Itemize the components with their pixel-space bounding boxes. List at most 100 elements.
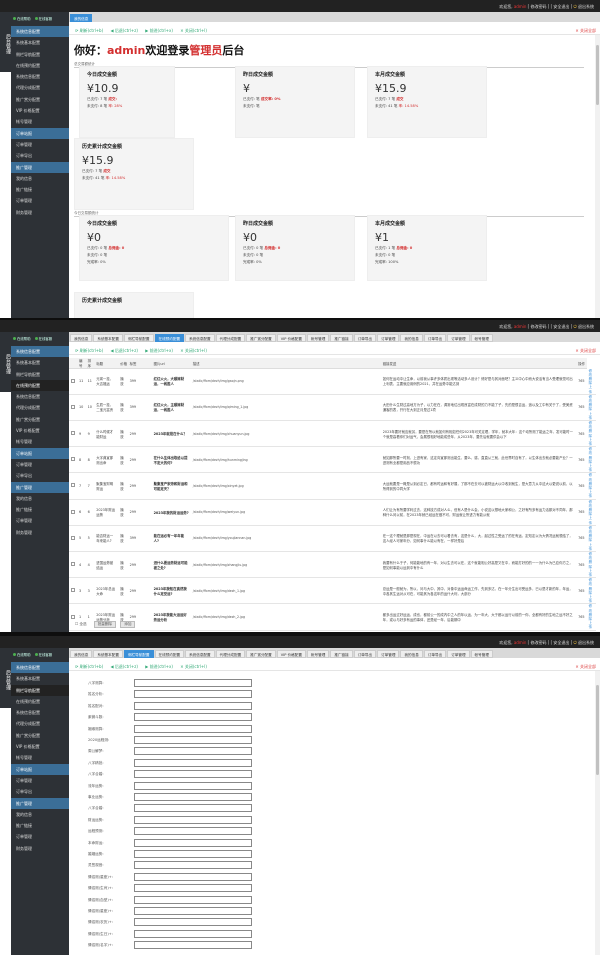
op-delete-link[interactable]: 删除: [589, 560, 594, 568]
sidebar-item[interactable]: 系统基本配置: [11, 357, 69, 368]
row-checkbox[interactable]: [71, 535, 75, 540]
sidebar-item[interactable]: 订单站报: [11, 763, 69, 775]
logout-icon[interactable]: ⏻: [574, 640, 577, 645]
forward-button[interactable]: ▶ 前进(ctrl+x): [145, 28, 173, 34]
price-input[interactable]: [134, 918, 252, 927]
sidebar-item[interactable]: 订单站报: [11, 127, 69, 139]
row-checkbox[interactable]: [71, 588, 75, 593]
sidebar-item[interactable]: 系统信息配置: [11, 71, 69, 82]
select-all-checkbox[interactable]: ☐ 全选: [72, 622, 90, 627]
price-input[interactable]: [134, 713, 252, 722]
op-delete-link[interactable]: 删除: [589, 482, 594, 490]
price-input[interactable]: [134, 679, 252, 687]
op-upload-link[interactable]: 上传: [589, 464, 594, 472]
op-upload-link[interactable]: 上传: [589, 385, 594, 393]
sidebar-item[interactable]: 在线预约配置: [11, 60, 69, 71]
refresh-button[interactable]: ⟳ 刷新(ctrl+b): [75, 28, 103, 34]
account-links[interactable]: [ 修改密码 ] [ 安全退出 ]: [528, 640, 573, 645]
price-input[interactable]: [134, 770, 252, 779]
op-upload-link[interactable]: 上传: [589, 595, 594, 603]
price-input[interactable]: [134, 747, 252, 756]
price-input[interactable]: [134, 781, 252, 790]
sidebar-item[interactable]: 推广管理: [11, 481, 69, 493]
sidebar-item[interactable]: 代理分成配置: [11, 402, 69, 413]
sidebar-item[interactable]: 订单导出: [11, 470, 69, 481]
row-checkbox[interactable]: [71, 431, 75, 436]
back-button[interactable]: ◀ 后退(ctrl+z): [110, 28, 137, 34]
logout-link[interactable]: 退出系统: [578, 4, 594, 9]
scrollbar[interactable]: [595, 671, 600, 955]
sidebar-item[interactable]: 推广链接: [11, 504, 69, 515]
price-input[interactable]: [134, 850, 252, 858]
op-delete-link[interactable]: 删除: [589, 456, 594, 464]
op-edit-link[interactable]: 修改: [589, 500, 594, 508]
sidebar-item[interactable]: 订单管理: [11, 515, 69, 526]
price-input[interactable]: [134, 690, 252, 699]
help-link[interactable]: 在线帮助: [13, 652, 31, 657]
refresh-button[interactable]: ⟳ 刷新(ctrl+b): [75, 348, 103, 354]
close-button[interactable]: ✕ 关闭(ctrl+l): [180, 28, 207, 34]
price-input[interactable]: [134, 724, 252, 733]
tab-item[interactable]: VIP 价格配置: [276, 650, 306, 658]
op-delete-link[interactable]: 删除: [589, 403, 594, 411]
tab-item[interactable]: 订单管理: [377, 650, 400, 658]
op-edit-link[interactable]: 修改: [589, 395, 594, 403]
sidebar-item[interactable]: 推广赏分配置: [11, 414, 69, 425]
sidebar-item[interactable]: 推广链接: [11, 820, 69, 831]
logout-link[interactable]: 退出系统: [578, 640, 594, 645]
sidebar-item[interactable]: 订单管理: [11, 831, 69, 842]
refresh-button[interactable]: ⟳ 刷新(ctrl+b): [75, 664, 103, 670]
add-button[interactable]: 添加: [120, 621, 136, 628]
help-link[interactable]: 在线帮助: [13, 16, 31, 21]
tab-item[interactable]: 推广链接: [330, 650, 353, 658]
sidebar-item[interactable]: 财务管理: [11, 207, 69, 218]
tab-item[interactable]: 推广赏分配置: [246, 650, 276, 658]
sidebar-item[interactable]: 我的信息: [11, 173, 69, 184]
tab-item[interactable]: 系统信息配置: [185, 650, 215, 658]
price-input[interactable]: [134, 793, 252, 801]
account-links[interactable]: [ 修改密码 ] [ 安全退出 ]: [528, 4, 573, 9]
sidebar-item[interactable]: 系统基本配置: [11, 37, 69, 48]
op-edit-link[interactable]: 修改: [589, 578, 594, 586]
sidebar-item[interactable]: 在线预约配置: [11, 379, 69, 392]
tab-item[interactable]: 我的信息: [400, 650, 423, 658]
sidebar-item[interactable]: 系统信息配置: [11, 346, 69, 358]
sidebar-item[interactable]: 订单导出: [11, 150, 69, 161]
tab-item[interactable]: 订单导出: [423, 650, 447, 658]
price-input[interactable]: [134, 701, 252, 710]
price-input[interactable]: [134, 758, 252, 767]
op-upload-link[interactable]: 上传: [589, 412, 594, 420]
price-input[interactable]: [134, 827, 252, 836]
price-input[interactable]: [134, 804, 252, 813]
tab-item[interactable]: 侧栏导航配置: [123, 334, 154, 342]
sidebar-item[interactable]: 系统信息配置: [11, 662, 69, 674]
tab-item[interactable]: 帐号管理: [470, 650, 493, 658]
sidebar-item[interactable]: 推广管理: [11, 797, 69, 809]
logout-icon[interactable]: ⏻: [574, 324, 577, 329]
sidebar-item[interactable]: 系统信息配置: [11, 391, 69, 402]
sidebar-item[interactable]: 订单管理: [11, 139, 69, 150]
sidebar-item[interactable]: VIP 价格配置: [11, 741, 69, 752]
op-edit-link[interactable]: 修改: [589, 473, 594, 481]
price-input[interactable]: [134, 929, 252, 938]
back-button[interactable]: ◀ 后退(ctrl+z): [110, 348, 137, 354]
tab-item[interactable]: 推广赏分配置: [246, 334, 276, 342]
sidebar-item[interactable]: 推广链接: [11, 184, 69, 195]
tab-item[interactable]: 订单管理: [447, 334, 470, 342]
sidebar-item[interactable]: 侧栏导航配置: [11, 49, 69, 60]
tab-item[interactable]: 我的信息: [400, 334, 423, 342]
price-input[interactable]: [134, 736, 252, 744]
sidebar-item[interactable]: 系统基本配置: [11, 673, 69, 684]
forward-button[interactable]: ▶ 前进(ctrl+x): [145, 664, 173, 670]
price-input[interactable]: [134, 895, 252, 904]
tab-item[interactable]: 订单管理: [447, 650, 470, 658]
row-checkbox[interactable]: [71, 509, 75, 514]
tab-item[interactable]: 订单导出: [423, 334, 447, 342]
tab-item[interactable]: 代理分成配置: [215, 334, 246, 342]
batch-delete-button[interactable]: 批量删除: [93, 621, 117, 628]
close-button[interactable]: ✕ 关闭(ctrl+l): [180, 348, 207, 354]
price-input[interactable]: [134, 861, 252, 870]
service-link[interactable]: 在线客服: [34, 16, 52, 21]
op-upload-link[interactable]: 上传: [589, 516, 594, 524]
sidebar-item[interactable]: 系统信息配置: [11, 26, 69, 38]
